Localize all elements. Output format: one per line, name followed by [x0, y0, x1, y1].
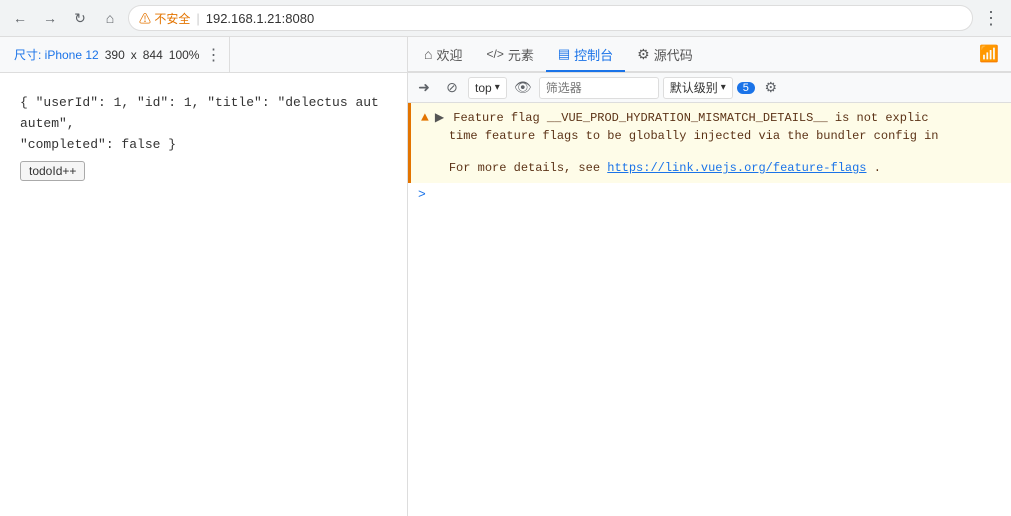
security-warning: ⚠ 不安全 [139, 10, 190, 27]
tab-sources[interactable]: ⚙ 源代码 [625, 38, 705, 72]
top-label: top [475, 81, 492, 95]
warning-line3: For more details, see [435, 161, 607, 175]
wifi-area: 📶 [971, 44, 1007, 64]
device-name: 尺寸: iPhone 12 [14, 46, 99, 63]
back-button[interactable]: ← [8, 6, 32, 30]
todo-content: { "userId": 1, "id": 1, "title": "delect… [20, 93, 387, 155]
sources-icon: ⚙ [637, 46, 650, 63]
address-bar[interactable]: ⚠ 不安全 | 192.168.1.21:8080 [128, 5, 973, 31]
warning-link[interactable]: https://link.vuejs.org/feature-flags [607, 161, 866, 175]
more-options-button[interactable]: ⋮ [979, 6, 1003, 30]
level-dropdown-icon: ▾ [721, 82, 726, 93]
warning-icon: ▲ [421, 110, 429, 125]
device-info: 尺寸: iPhone 12 390 x 844 100% ⋮ [6, 37, 230, 72]
gear-icon: ⚙ [764, 79, 777, 96]
warning-block: ▲ ▶ Feature flag __VUE_PROD_HYDRATION_MI… [408, 103, 1011, 183]
warning-line1: Feature flag __VUE_PROD_HYDRATION_MISMAT… [453, 111, 928, 125]
block-icon: ⊘ [446, 79, 458, 96]
wifi-icon: 📶 [971, 44, 1007, 64]
clear-icon: ➜ [418, 79, 430, 96]
tab-console[interactable]: ▤ 控制台 [546, 38, 625, 72]
eye-button[interactable]: 👁 [511, 76, 535, 100]
home-button[interactable]: ⌂ [98, 6, 122, 30]
filter-input[interactable] [539, 77, 659, 99]
forward-button[interactable]: → [38, 6, 62, 30]
warning-link-suffix: . [874, 161, 881, 175]
badge-count: 5 [737, 82, 755, 94]
devtools-tabs: ⌂ 欢迎 </> 元素 ▤ 控制台 ⚙ 源代码 📶 [408, 37, 1011, 73]
refresh-button[interactable]: ↻ [68, 6, 92, 30]
x-separator: x [131, 48, 137, 62]
tab-welcome[interactable]: ⌂ 欢迎 [412, 38, 474, 72]
welcome-icon: ⌂ [424, 46, 432, 62]
settings-button[interactable]: ⚙ [759, 76, 783, 100]
block-button[interactable]: ⊘ [440, 76, 464, 100]
warning-line2: time feature flags to be globally inject… [435, 129, 939, 143]
clear-console-button[interactable]: ➜ [412, 76, 436, 100]
devtools-panel: ⌂ 欢迎 </> 元素 ▤ 控制台 ⚙ 源代码 📶 [408, 37, 1011, 516]
tab-sources-label: 源代码 [654, 45, 693, 64]
elements-icon: </> [486, 47, 503, 61]
browser-chrome: ← → ↻ ⌂ ⚠ 不安全 | 192.168.1.21:8080 ⋮ [0, 0, 1011, 37]
address-text: 192.168.1.21:8080 [206, 11, 314, 26]
device-toolbar: 尺寸: iPhone 12 390 x 844 100% ⋮ [0, 37, 407, 73]
tab-welcome-label: 欢迎 [436, 45, 462, 64]
level-label: 默认级别 [670, 79, 718, 96]
mobile-preview: { "userId": 1, "id": 1, "title": "delect… [0, 73, 408, 201]
warning-content: ▶ Feature flag __VUE_PROD_HYDRATION_MISM… [435, 109, 939, 177]
expand-triangle[interactable]: ▶ [435, 111, 444, 125]
eye-icon: 👁 [514, 79, 532, 96]
device-height: 844 [143, 48, 163, 62]
tab-console-label: 控制台 [574, 45, 613, 64]
left-panel: 尺寸: iPhone 12 390 x 844 100% ⋮ { "userId… [0, 37, 408, 516]
browser-toolbar: ← → ↻ ⌂ ⚠ 不安全 | 192.168.1.21:8080 ⋮ [0, 0, 1011, 36]
console-icon: ▤ [558, 46, 570, 62]
device-more-button[interactable]: ⋮ [205, 45, 221, 65]
top-selector[interactable]: top ▾ [468, 77, 507, 99]
console-arrow[interactable]: > [408, 183, 1011, 206]
todoid-button[interactable]: todoId++ [20, 161, 85, 181]
console-output: ▲ ▶ Feature flag __VUE_PROD_HYDRATION_MI… [408, 103, 1011, 516]
tab-elements-label: 元素 [508, 45, 534, 64]
device-width: 390 [105, 48, 125, 62]
level-selector[interactable]: 默认级别 ▾ [663, 77, 733, 99]
device-zoom: 100% [169, 48, 200, 62]
main-layout: 尺寸: iPhone 12 390 x 844 100% ⋮ { "userId… [0, 37, 1011, 516]
console-toolbar: ➜ ⊘ top ▾ 👁 默认级别 ▾ 5 ⚙ [408, 73, 1011, 103]
tab-elements[interactable]: </> 元素 [474, 38, 545, 72]
top-dropdown-icon: ▾ [495, 82, 500, 93]
